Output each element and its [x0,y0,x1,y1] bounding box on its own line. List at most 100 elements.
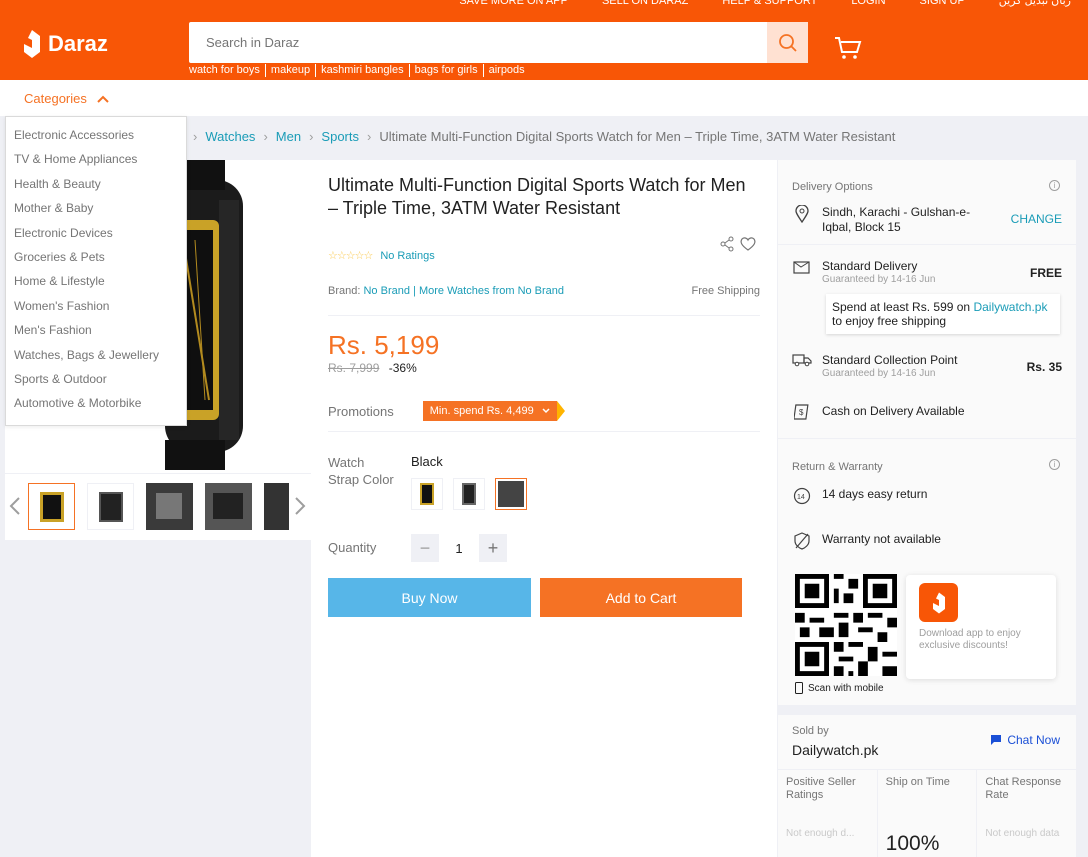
original-price-row: Rs. 7,999 -36% [328,361,417,375]
search-hint[interactable]: bags for girls [410,64,484,77]
collection-point-row: Standard Collection Point Guaranteed by … [792,353,1062,379]
category-item[interactable]: Women's Fashion [6,296,186,320]
seller-card: Sold by Dailywatch.pk Chat Now Positive … [778,715,1076,857]
mobile-icon-row: Scan with mobile [795,682,884,694]
category-menu: Electronic Accessories TV & Home Applian… [5,116,187,426]
breadcrumb-watches[interactable]: Watches [205,129,255,144]
stat-label: Ship on Time [885,776,950,788]
variant-swatches [411,478,527,510]
chevron-down-icon [542,408,550,414]
variant-swatch[interactable] [453,478,485,510]
change-address-link[interactable]: CHANGE [1011,212,1062,226]
help-link[interactable]: HELP & SUPPORT [705,0,834,8]
variant-swatch[interactable] [411,478,443,510]
variant-swatch-selected[interactable] [495,478,527,510]
stat-label: Chat Response Rate [985,776,1062,801]
divider [328,315,760,316]
logo-text: Daraz [48,31,108,56]
login-link[interactable]: LOGIN [834,0,902,8]
daraz-logo[interactable]: Daraz [22,28,108,60]
brand-label: Brand: [328,285,361,297]
product-title: Ultimate Multi-Function Digital Sports W… [328,175,746,218]
brand-link[interactable]: No Brand [363,285,409,297]
ratings-link[interactable]: No Ratings [380,250,434,262]
quantity-increase-button[interactable]: + [479,534,507,562]
search-hint[interactable]: airpods [484,64,530,77]
breadcrumb: › Watches › Men › Sports › Ultimate Mult… [185,129,895,144]
breadcrumb-current: Ultimate Multi-Function Digital Sports W… [379,129,896,144]
chevron-left-icon[interactable] [9,496,21,516]
rating-row: ☆☆☆☆☆ No Ratings [328,249,435,263]
quantity-decrease-button[interactable]: − [411,534,439,562]
category-item[interactable]: Men's Fashion [6,320,186,344]
cash-icon: $ [792,404,812,420]
standard-delivery-eta: Guaranteed by 14-16 Jun [822,274,936,285]
divider [778,244,1076,245]
delivery-options-title: Delivery Options [792,181,873,193]
standard-delivery-label: Standard Delivery [822,259,918,273]
daraz-app-icon [919,583,958,622]
category-item[interactable]: Electronic Devices [6,223,186,247]
category-item[interactable]: Groceries & Pets [6,247,186,271]
info-icon[interactable]: i [1049,459,1060,470]
qr-code[interactable] [795,574,897,676]
language-link[interactable]: زبان تبدیل کریں [982,0,1088,8]
stat-value: Not enough data [985,828,1060,839]
free-shipping-note-suffix: to enjoy free shipping [832,314,947,328]
search-hint[interactable]: watch for boys [189,64,266,77]
search-hint[interactable]: kashmiri bangles [316,64,410,77]
category-item[interactable]: Electronic Accessories [6,125,186,149]
thumbnail[interactable] [87,483,134,530]
seller-store-link[interactable]: Dailywatch.pk [973,300,1047,314]
category-item[interactable]: Automotive & Motorbike [6,393,186,417]
signup-link[interactable]: SIGN UP [903,0,982,8]
mobile-icon [795,682,803,694]
quantity-value[interactable]: 1 [439,541,479,556]
quantity-stepper: − 1 + [411,534,507,562]
promo-tag[interactable]: Min. spend Rs. 4,499 [422,401,565,421]
buy-now-button[interactable]: Buy Now [328,578,531,617]
category-item[interactable]: Home & Lifestyle [6,271,186,295]
seller-name[interactable]: Dailywatch.pk [792,742,878,758]
category-item[interactable]: Mother & Baby [6,198,186,222]
product-info: Ultimate Multi-Function Digital Sports W… [311,160,777,857]
daraz-logo-icon [24,30,40,58]
sell-link[interactable]: SELL ON DARAZ [585,0,705,8]
add-to-cart-button[interactable]: Add to Cart [540,578,742,617]
return-label: 14 days easy return [822,487,928,501]
chat-now-button[interactable]: Chat Now [990,733,1060,747]
categories-toggle[interactable]: Categories [24,91,109,106]
collection-point-label: Standard Collection Point [822,353,958,367]
search-button[interactable] [767,22,808,63]
free-shipping-note: Spend at least Rs. 599 on Dailywatch.pk … [826,294,1060,334]
share-icon[interactable] [719,236,735,252]
return-warranty-title: Return & Warranty [792,461,883,473]
heart-icon[interactable] [739,236,757,252]
category-item[interactable]: Watches, Bags & Jewellery [6,345,186,369]
thumbnail[interactable] [264,483,289,530]
thumbnail[interactable] [205,483,252,530]
stat-value: Not enough d... [786,828,855,839]
breadcrumb-men[interactable]: Men [276,129,301,144]
search-hint[interactable]: makeup [266,64,317,77]
search-input[interactable] [189,22,767,63]
thumbnail[interactable] [146,483,193,530]
breadcrumb-sports[interactable]: Sports [321,129,359,144]
positive-ratings-stat: Positive Seller Ratings Not enough d... [778,770,878,857]
info-icon[interactable]: i [1049,180,1060,191]
category-item[interactable]: Health & Beauty [6,174,186,198]
category-item[interactable]: TV & Home Appliances [6,149,186,173]
more-from-brand-link[interactable]: More Watches from No Brand [419,285,564,297]
standard-delivery-price: FREE [1029,266,1062,280]
free-shipping-note-text: Spend at least Rs. 599 on [832,300,974,314]
chevron-right-icon[interactable] [294,496,306,516]
save-more-link[interactable]: SAVE MORE ON APP [442,0,585,8]
seller-stats: Positive Seller Ratings Not enough d... … [778,769,1076,857]
app-promo-card[interactable]: Download app to enjoy exclusive discount… [906,575,1056,679]
category-item[interactable]: Sports & Outdoor [6,369,186,393]
delivery-panel: Delivery Options i Sindh, Karachi - Guls… [778,160,1076,857]
top-links: SAVE MORE ON APP SELL ON DARAZ HELP & SU… [442,0,1088,8]
cart-button[interactable] [834,36,862,65]
stat-label: Positive Seller Ratings [786,776,856,801]
thumbnail[interactable] [28,483,75,530]
